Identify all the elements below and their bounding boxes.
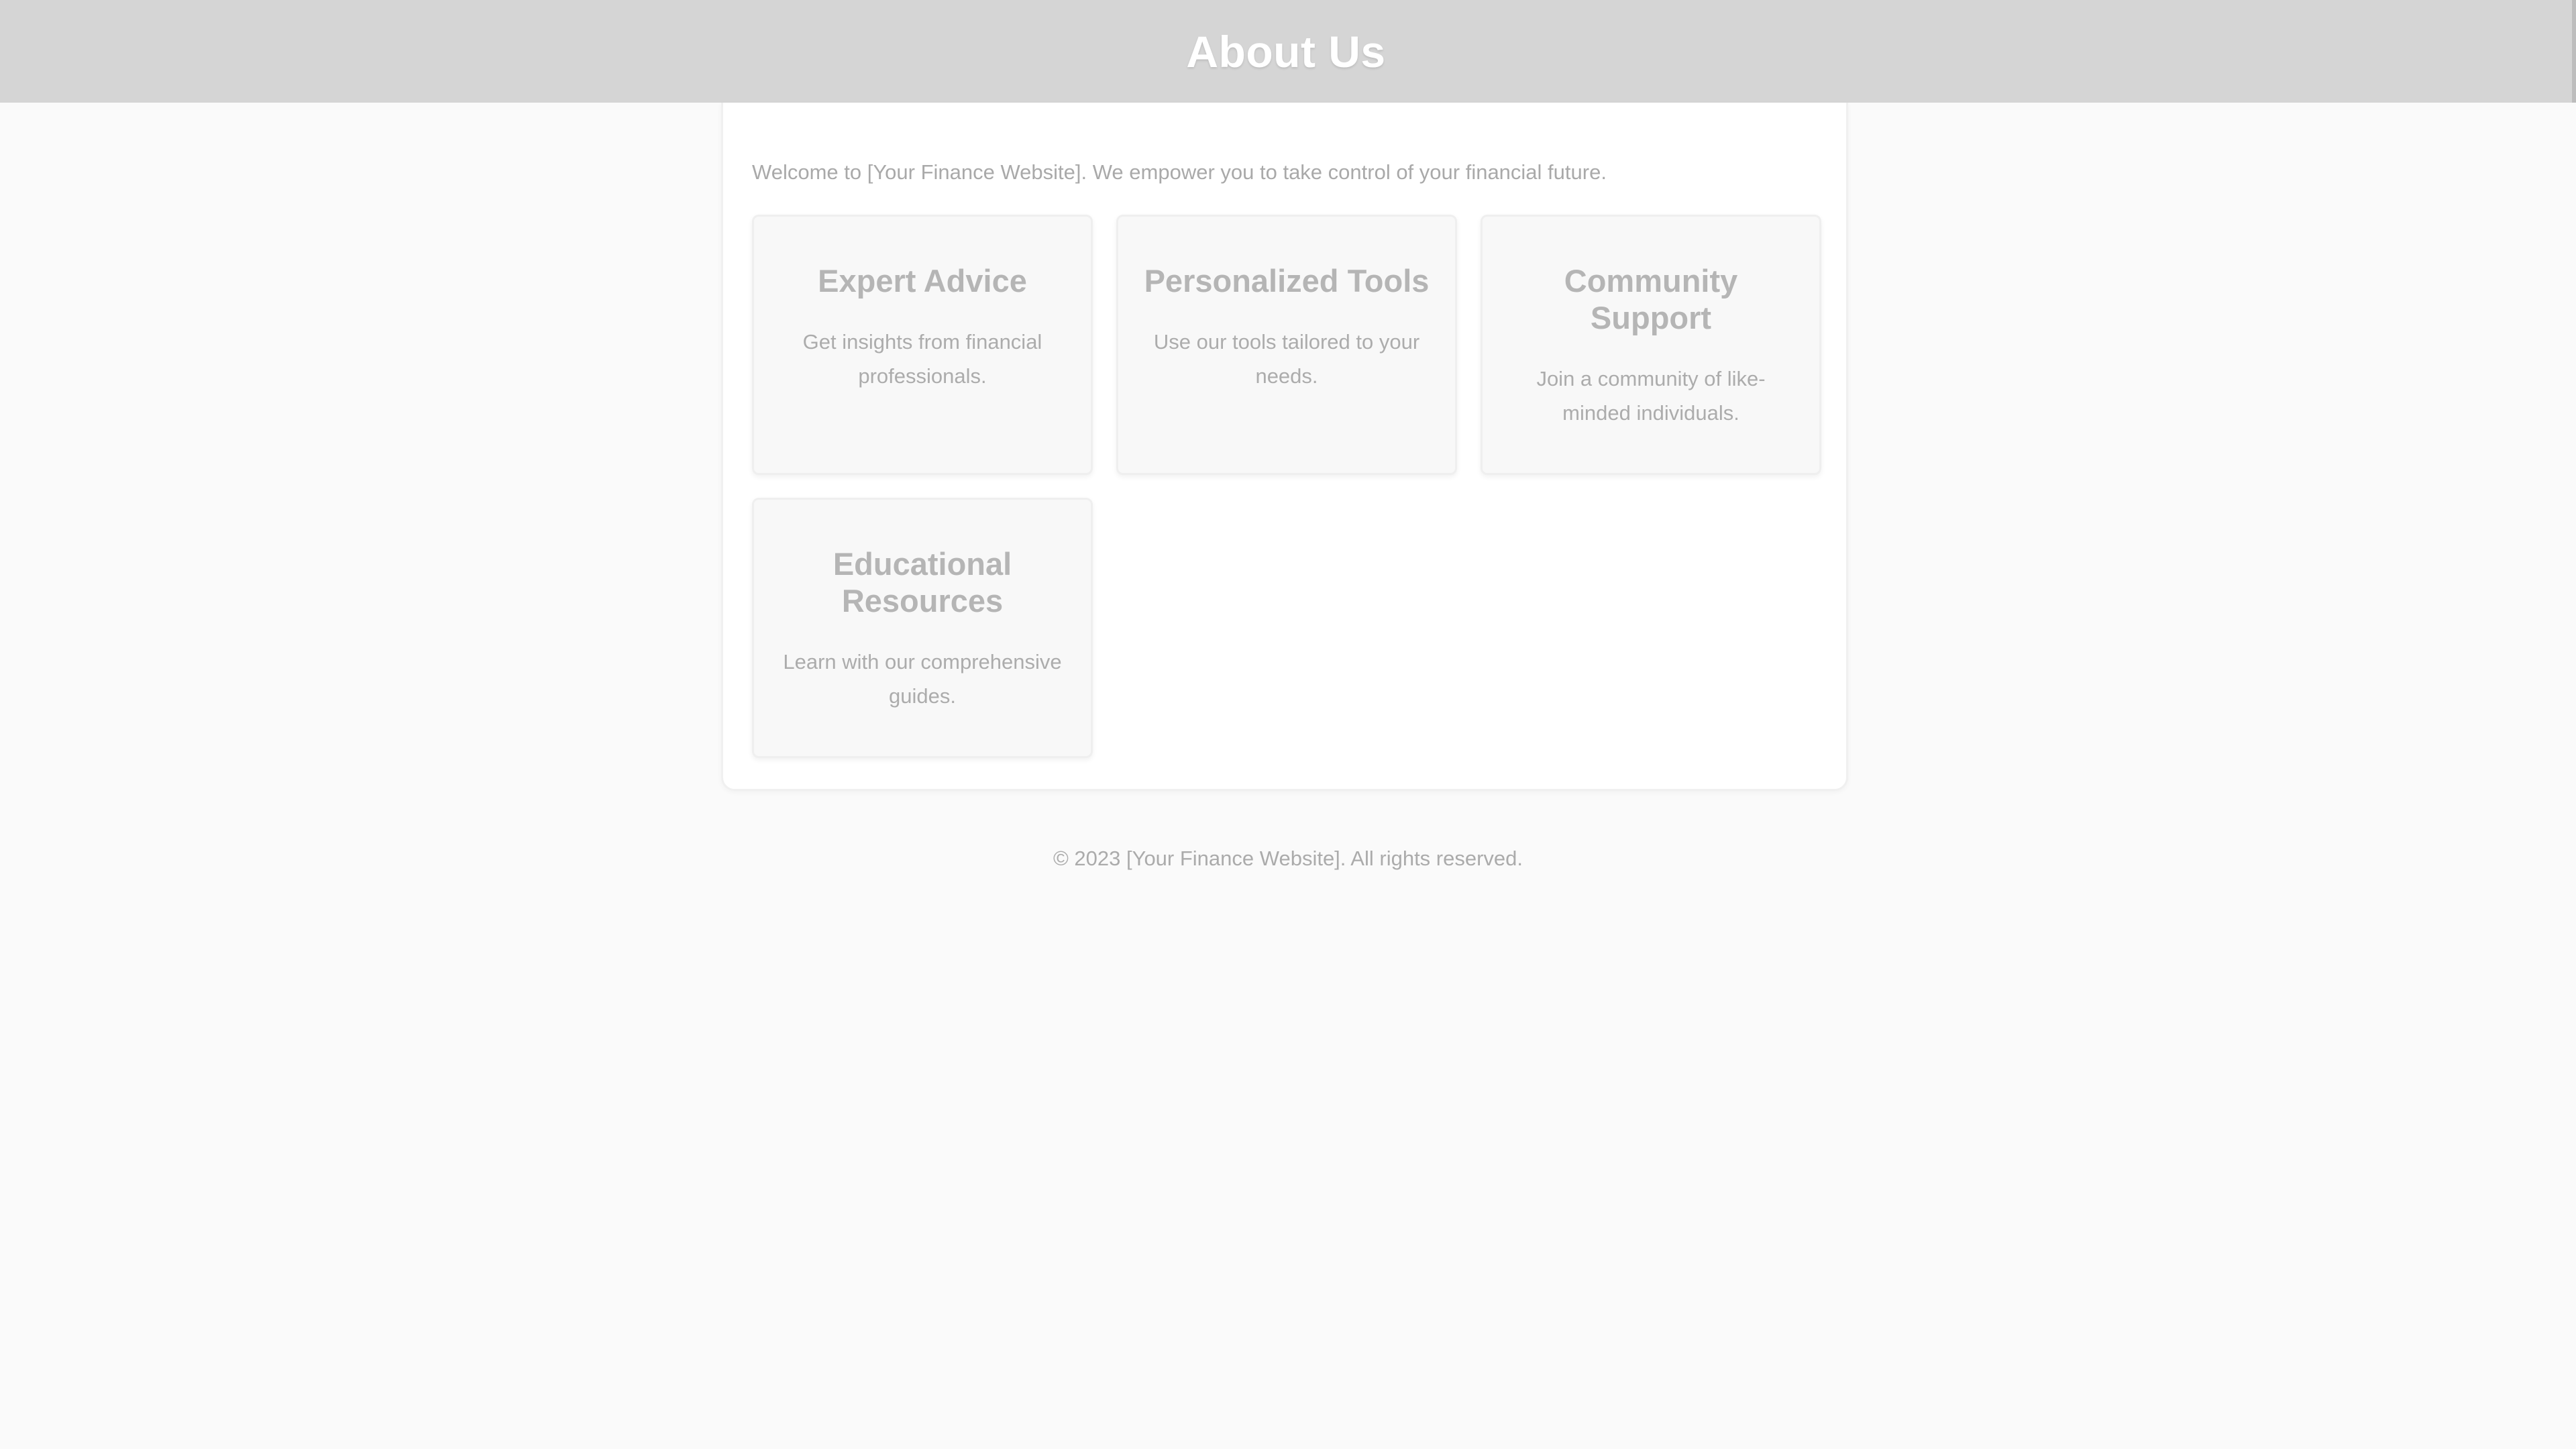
feature-card-educational-resources: Educational Resources Learn with our com… — [752, 498, 1093, 758]
page-header: About Us — [0, 0, 2576, 103]
page-title: About Us — [1186, 26, 1386, 76]
feature-card-expert-advice: Expert Advice Get insights from financia… — [752, 215, 1093, 475]
about-content-panel: Welcome to [Your Finance Website]. We em… — [721, 103, 1848, 791]
feature-card-description: Learn with our comprehensive guides. — [783, 650, 1062, 708]
intro-text: Welcome to [Your Finance Website]. We em… — [752, 160, 1607, 184]
feature-card-title: Personalized Tools — [1144, 263, 1430, 299]
feature-card-description: Join a community of like-minded individu… — [1536, 367, 1766, 425]
feature-card-community-support: Community Support Join a community of li… — [1481, 215, 1821, 475]
feature-card-title: Educational Resources — [833, 546, 1012, 619]
feature-card-personalized-tools: Personalized Tools Use our tools tailore… — [1116, 215, 1457, 475]
feature-card-description: Use our tools tailored to your needs. — [1153, 330, 1420, 388]
feature-card-title: Expert Advice — [818, 263, 1027, 299]
feature-card-description: Get insights from financial professional… — [802, 330, 1042, 388]
feature-card-title: Community Support — [1564, 263, 1738, 335]
footer-copyright: © 2023 [Your Finance Website]. All right… — [1053, 847, 1523, 870]
